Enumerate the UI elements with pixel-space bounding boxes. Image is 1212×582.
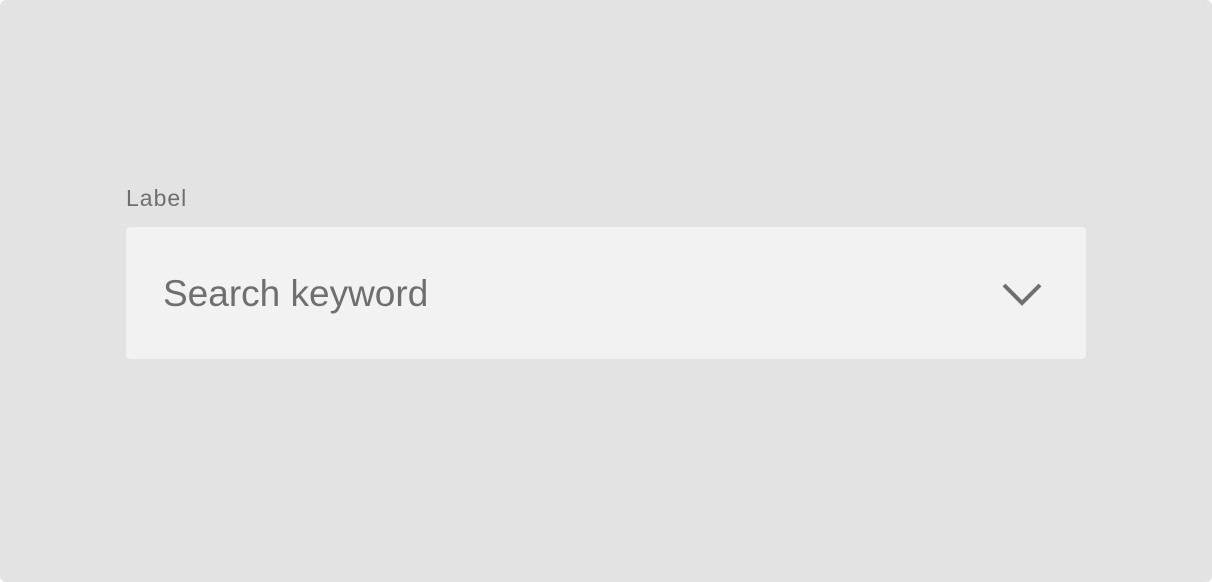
dropdown-field: Label Search keyword xyxy=(126,182,1086,359)
field-label: Label xyxy=(126,185,188,211)
chevron-down-icon[interactable] xyxy=(1000,277,1044,309)
dropdown-placeholder: Search keyword xyxy=(163,273,429,314)
search-keyword-dropdown[interactable]: Search keyword xyxy=(126,227,1086,359)
canvas: Label Search keyword xyxy=(0,0,1212,582)
